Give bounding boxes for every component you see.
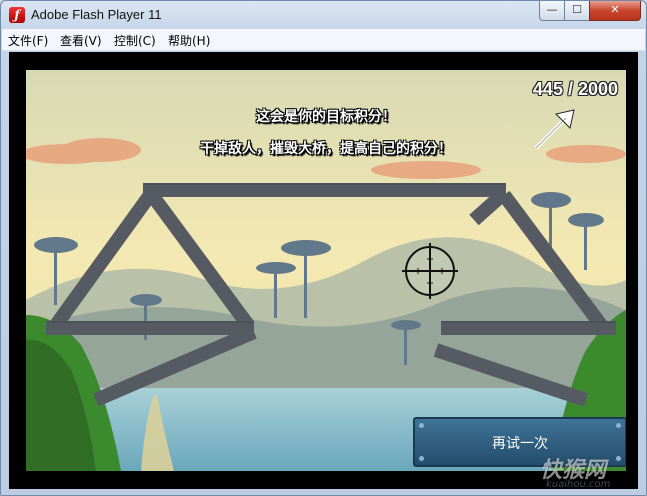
menu-control[interactable]: 控制(C)	[114, 32, 156, 49]
menu-file[interactable]: 文件(F)	[8, 32, 48, 49]
flash-content: 445 / 2000 这会是你的目标积分！ 干掉敌人，摧毁大桥，提高自己的积分！…	[9, 52, 638, 489]
menu-view[interactable]: 查看(V)	[60, 32, 102, 49]
score-counter: 445 / 2000	[532, 79, 618, 99]
watermark-url: kuaihou.com	[546, 479, 611, 490]
instruction-message: 干掉敌人，摧毁大桥，提高自己的积分！	[200, 141, 452, 157]
goal-message: 这会是你的目标积分！	[256, 109, 396, 125]
window-title: Adobe Flash Player 11	[31, 7, 162, 22]
game-scene	[26, 70, 626, 471]
title-bar[interactable]: ƒ Adobe Flash Player 11 — ☐ ✕	[1, 1, 646, 29]
retry-label: 再试一次	[492, 436, 548, 452]
maximize-button[interactable]: ☐	[564, 1, 590, 21]
menu-help[interactable]: 帮助(H)	[168, 32, 210, 49]
menu-bar: 文件(F) 查看(V) 控制(C) 帮助(H)	[2, 29, 645, 51]
app-window: ƒ Adobe Flash Player 11 — ☐ ✕ 文件(F) 查看(V…	[0, 0, 647, 496]
flash-icon: ƒ	[9, 7, 25, 23]
minimize-button[interactable]: —	[539, 1, 565, 21]
close-button[interactable]: ✕	[589, 1, 641, 21]
game-stage[interactable]: 445 / 2000 这会是你的目标积分！ 干掉敌人，摧毁大桥，提高自己的积分！…	[26, 70, 626, 471]
